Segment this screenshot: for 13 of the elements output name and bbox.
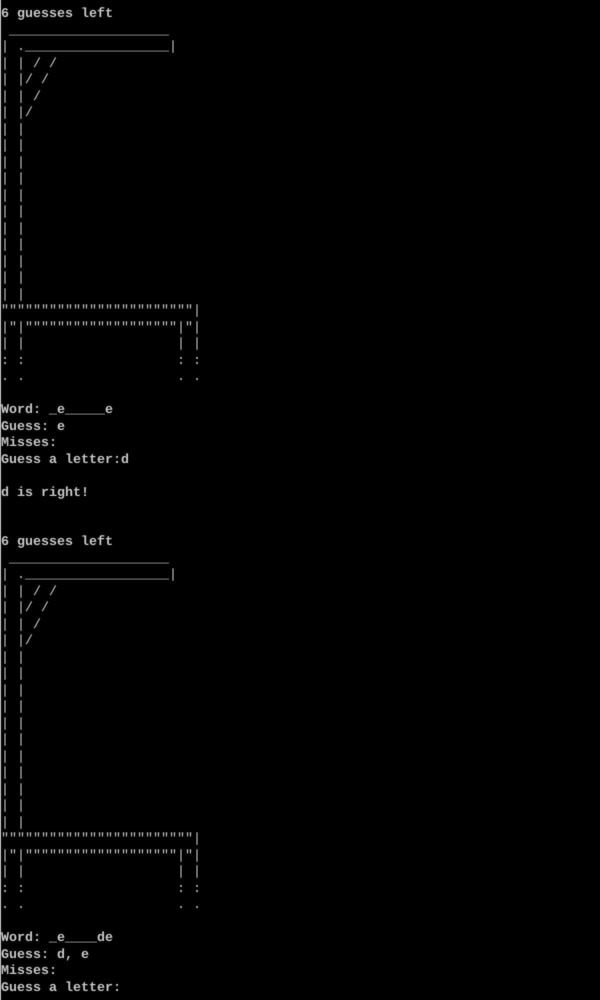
console-line: Word: _e____de bbox=[1, 931, 113, 948]
console-line: d is right! bbox=[1, 486, 89, 502]
gallows-ascii-art: ____________________ | .__________________| | | / / | |/ / | | / | |/ | | | | | | | | | | | | | | | | | | | | | | """"""""""""""""""""""""| |"|"""""""""""""""""""|"| | | | | : : : : . . . . bbox=[1, 24, 201, 386]
console-line: 6 guesses left bbox=[1, 535, 113, 552]
console-line: 6 guesses left bbox=[1, 7, 113, 24]
console-line: Word: _e_____e bbox=[1, 403, 113, 420]
console-line: Guess a letter: bbox=[1, 980, 121, 997]
console-line: Guess: d, e bbox=[1, 948, 89, 964]
gallows-ascii-art: ____________________ | .__________________| | | / / | |/ / | | / | |/ | | | | | | | | | | | | | | | | | | | | | | """"""""""""""""""""""""| |"|"""""""""""""""""""|"| | | | | : : : : . . . . bbox=[1, 552, 201, 914]
console-line: Guess a letter:d bbox=[1, 452, 129, 469]
console-line: Misses: bbox=[1, 436, 57, 452]
console-line: Misses: bbox=[1, 964, 57, 980]
console-line: Guess: e bbox=[1, 420, 65, 436]
